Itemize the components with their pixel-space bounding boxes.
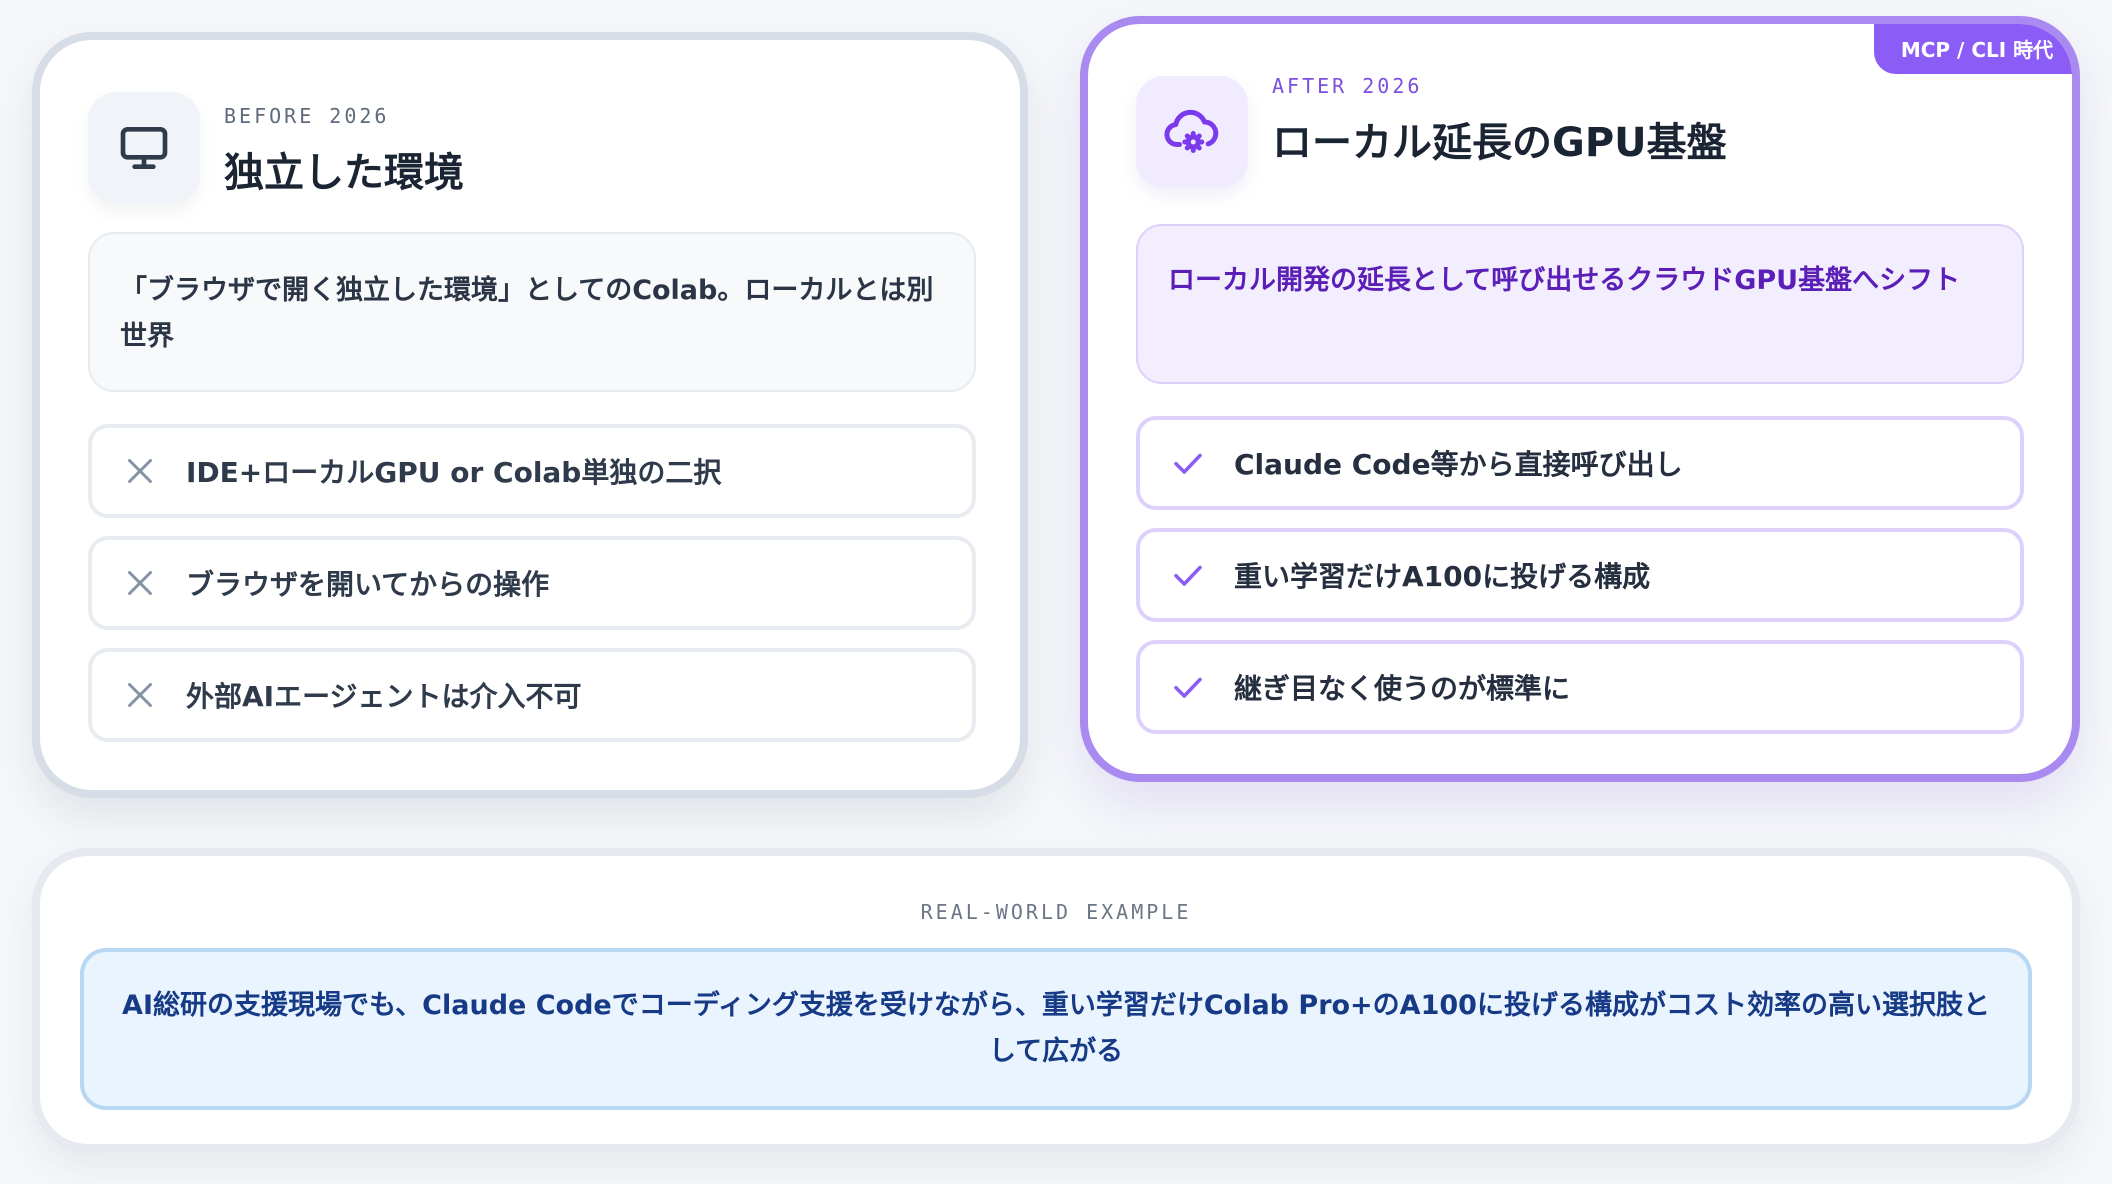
- after-item: 重い学習だけA100に投げる構成: [1136, 528, 2024, 622]
- after-item-label: 継ぎ目なく使うのが標準に: [1234, 672, 1571, 705]
- after-description: ローカル開発の延長として呼び出せるクラウドGPU基盤へシフト: [1136, 224, 2024, 384]
- check-icon: [1174, 453, 1202, 474]
- before-item: ブラウザを開いてからの操作: [88, 536, 976, 630]
- before-item: IDE+ローカルGPU or Colab単独の二択: [88, 424, 976, 518]
- before-item-label: ブラウザを開いてからの操作: [186, 568, 550, 601]
- cloud-gear-icon: [1164, 109, 1219, 153]
- x-icon: [128, 683, 152, 707]
- before-icon-tile: [88, 92, 200, 204]
- after-icon-tile: [1136, 76, 1248, 188]
- after-card: MCP / CLI 時代 AFTER 2026 ローカル延長のGPU基盤 ローカ…: [1080, 16, 2080, 782]
- after-item-label: 重い学習だけA100に投げる構成: [1234, 560, 1651, 593]
- x-icon: [128, 571, 152, 595]
- x-icon: [128, 459, 152, 483]
- before-eyebrow: BEFORE 2026: [224, 104, 390, 128]
- before-item-label: 外部AIエージェントは介入不可: [186, 680, 582, 713]
- before-item-label: IDE+ローカルGPU or Colab単独の二択: [186, 456, 722, 489]
- check-icon: [1174, 677, 1202, 698]
- example-text: AI総研の支援現場でも、Claude Codeでコーディング支援を受けながら、重…: [80, 948, 2032, 1110]
- before-card: BEFORE 2026 独立した環境 「ブラウザで開く独立した環境」としてのCo…: [32, 32, 1028, 798]
- before-item: 外部AIエージェントは介入不可: [88, 648, 976, 742]
- monitor-icon: [120, 127, 168, 170]
- after-item-label: Claude Code等から直接呼び出し: [1234, 448, 1683, 481]
- after-eyebrow: AFTER 2026: [1272, 74, 1423, 98]
- example-label: REAL-WORLD EXAMPLE: [920, 900, 1192, 924]
- before-title: 独立した環境: [224, 150, 464, 196]
- after-item: 継ぎ目なく使うのが標準に: [1136, 640, 2024, 734]
- after-title: ローカル延長のGPU基盤: [1272, 120, 1727, 166]
- era-badge: MCP / CLI 時代: [1874, 24, 2072, 74]
- after-item: Claude Code等から直接呼び出し: [1136, 416, 2024, 510]
- before-description: 「ブラウザで開く独立した環境」としてのColab。ローカルとは別世界: [88, 232, 976, 392]
- example-card: REAL-WORLD EXAMPLE AI総研の支援現場でも、Claude Co…: [32, 848, 2080, 1152]
- check-icon: [1174, 565, 1202, 586]
